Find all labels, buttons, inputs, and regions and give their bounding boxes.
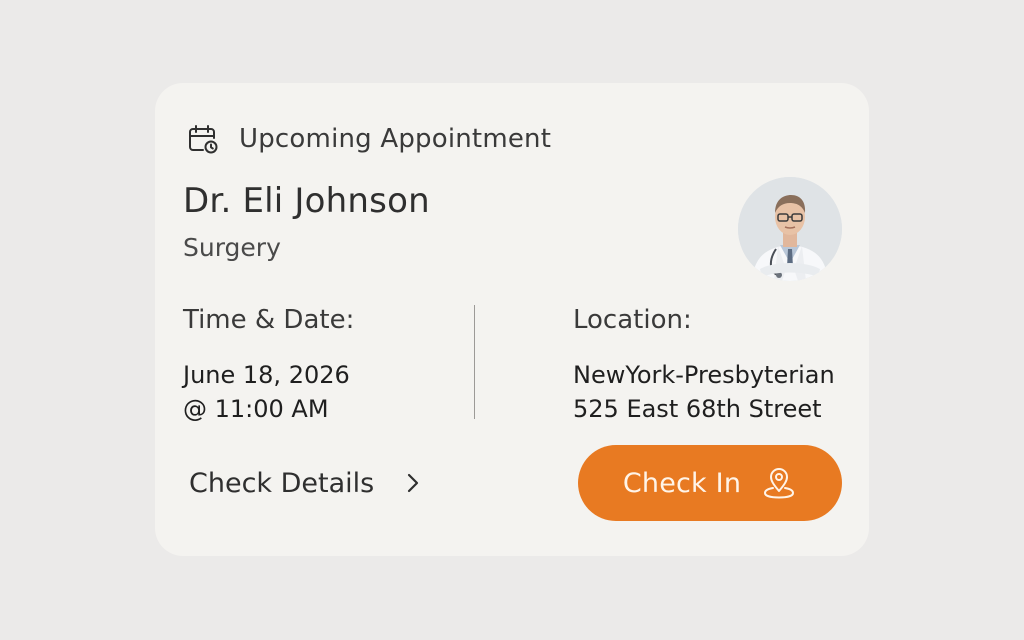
doctor-name: Dr. Eli Johnson xyxy=(183,181,430,221)
time-date-label: Time & Date: xyxy=(183,305,355,335)
doctor-avatar xyxy=(738,177,842,281)
doctor-specialty: Surgery xyxy=(183,233,281,262)
check-details-link[interactable]: Check Details xyxy=(189,463,424,503)
check-in-button[interactable]: Check In xyxy=(578,445,842,521)
check-in-label: Check In xyxy=(622,467,742,499)
section-divider xyxy=(474,305,475,419)
card-header: Upcoming Appointment xyxy=(187,121,551,157)
appointment-card: Upcoming Appointment Dr. Eli Johnson Sur… xyxy=(155,83,869,556)
location-name: NewYork-Presbyterian xyxy=(573,361,835,389)
chevron-right-icon xyxy=(408,473,419,493)
appointment-time: @ 11:00 AM xyxy=(183,395,329,423)
location-label: Location: xyxy=(573,305,692,335)
calendar-clock-icon xyxy=(189,125,218,154)
card-title: Upcoming Appointment xyxy=(239,124,552,154)
appointment-date: June 18, 2026 xyxy=(183,361,350,389)
map-pin-icon xyxy=(764,468,795,499)
location-address: 525 East 68th Street xyxy=(573,395,822,423)
check-details-label: Check Details xyxy=(189,467,375,499)
